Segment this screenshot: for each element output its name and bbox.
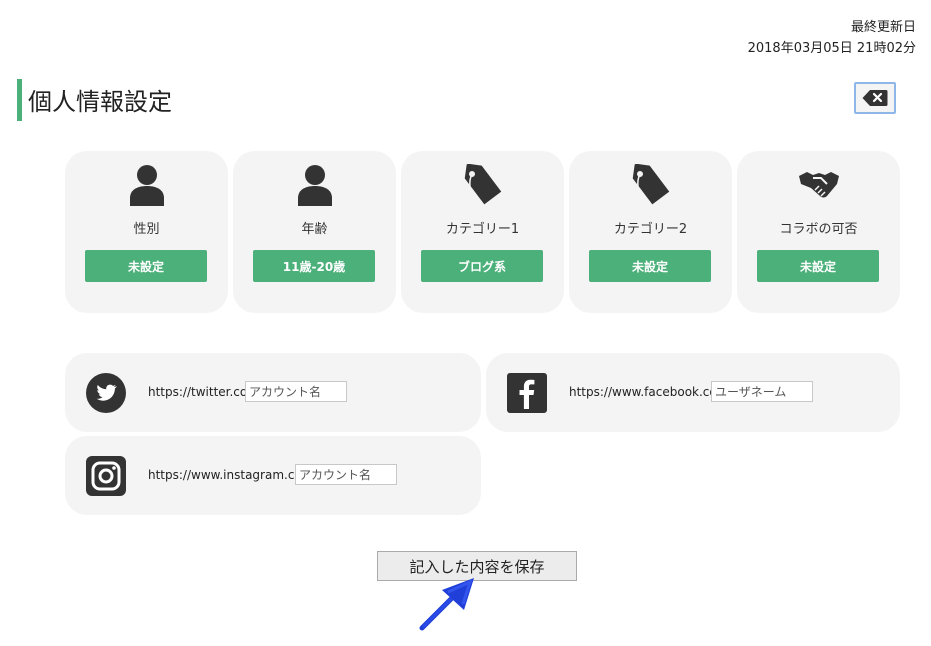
- facebook-icon: [507, 373, 547, 413]
- card-category-1: カテゴリー1 ブログ系: [401, 151, 564, 313]
- category-1-value-button[interactable]: ブログ系: [421, 250, 543, 282]
- facebook-username-input[interactable]: [711, 381, 813, 402]
- last-updated-datetime: 2018年03月05日 21時02分: [747, 41, 916, 56]
- last-updated-label: 最終更新日: [850, 20, 916, 35]
- card-age: 年齢 11歳-20歳: [233, 151, 396, 313]
- title-accent-bar: [17, 79, 22, 121]
- person-icon: [233, 163, 396, 207]
- card-label: 性別: [133, 222, 160, 237]
- category-2-value-button[interactable]: 未設定: [589, 250, 711, 282]
- instagram-icon: [86, 456, 126, 496]
- profile-cards: 性別 未設定 年齢 11歳-20歳 カテゴリー1 ブログ系 カテゴリー2 未設定: [65, 151, 900, 313]
- facebook-url-prefix: https://www.facebook.com/: [569, 385, 733, 399]
- backspace-x-icon: [862, 90, 888, 106]
- card-label: 年齢: [301, 222, 328, 237]
- sns-instagram: https://www.instagram.com/: [65, 436, 481, 515]
- age-value-button[interactable]: 11歳-20歳: [253, 250, 375, 282]
- twitter-account-input[interactable]: [245, 381, 347, 402]
- hand-drawn-arrow-icon: [419, 578, 474, 631]
- handshake-icon: [737, 163, 900, 207]
- sns-facebook: https://www.facebook.com/: [486, 353, 900, 432]
- sns-twitter: https://twitter.com/: [65, 353, 481, 432]
- gender-value-button[interactable]: 未設定: [85, 250, 207, 282]
- instagram-account-input[interactable]: [295, 464, 397, 485]
- card-label: カテゴリー1: [445, 222, 520, 237]
- tag-icon: [569, 163, 732, 207]
- card-gender: 性別 未設定: [65, 151, 228, 313]
- card-label: コラボの可否: [779, 222, 858, 237]
- last-updated: 最終更新日 2018年03月05日 21時02分: [748, 17, 916, 59]
- card-label: カテゴリー2: [613, 222, 688, 237]
- close-button[interactable]: [854, 82, 896, 114]
- page-title: 個人情報設定: [28, 88, 172, 116]
- tag-icon: [401, 163, 564, 207]
- person-icon: [65, 163, 228, 207]
- twitter-icon: [86, 373, 126, 413]
- collab-value-button[interactable]: 未設定: [757, 250, 879, 282]
- instagram-url-prefix: https://www.instagram.com/: [148, 468, 318, 482]
- card-category-2: カテゴリー2 未設定: [569, 151, 732, 313]
- card-collab: コラボの可否 未設定: [737, 151, 900, 313]
